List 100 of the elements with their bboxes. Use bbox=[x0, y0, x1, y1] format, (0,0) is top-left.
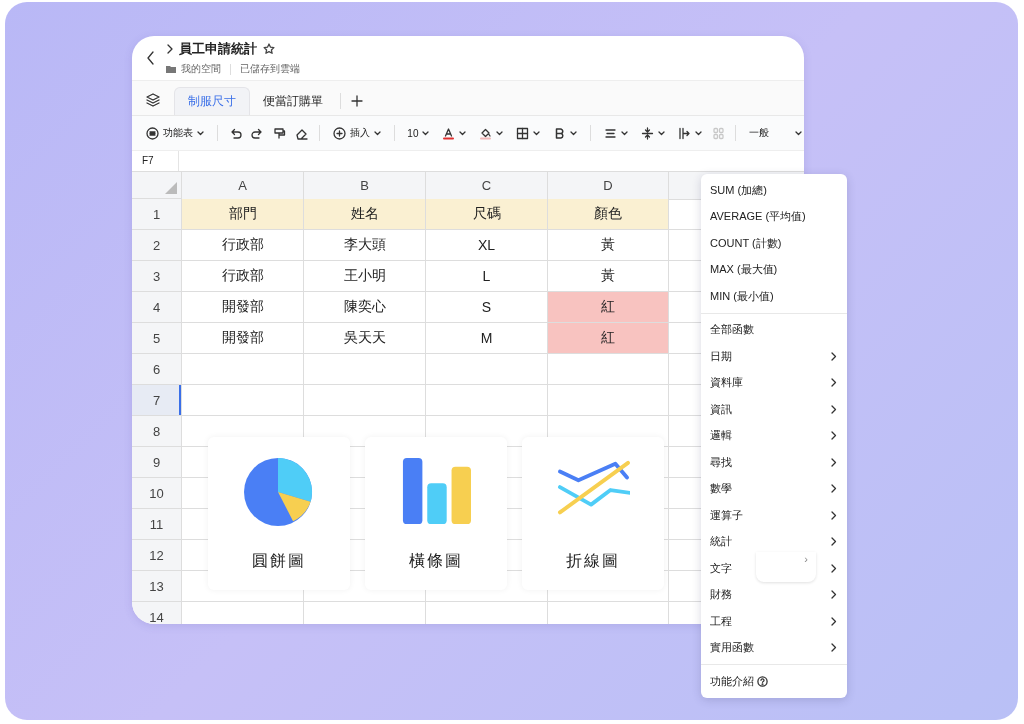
table-cell: 黃 bbox=[548, 230, 669, 261]
table-cell: 行政部 bbox=[182, 261, 304, 292]
menu-item[interactable]: 邏輯 bbox=[710, 428, 732, 444]
table-cell: 開發部 bbox=[182, 323, 304, 354]
column-header[interactable]: B bbox=[304, 172, 426, 200]
line-chart-icon bbox=[558, 460, 630, 515]
menu-item[interactable]: 尋找 bbox=[710, 454, 732, 470]
caret-icon[interactable] bbox=[197, 130, 204, 136]
table-cell: 紅 bbox=[548, 292, 669, 323]
menu-item[interactable]: 數學 bbox=[710, 481, 732, 497]
caret-icon[interactable] bbox=[373, 130, 381, 136]
row-header[interactable]: 8 bbox=[132, 416, 182, 447]
row-header[interactable]: 6 bbox=[132, 354, 182, 385]
menu-item[interactable]: 實用函數 bbox=[710, 640, 754, 656]
vertical-align-icon bbox=[641, 126, 655, 140]
empty-cell[interactable] bbox=[426, 385, 548, 416]
menu-item[interactable]: 財務 bbox=[710, 587, 732, 603]
star-icon[interactable] bbox=[263, 43, 275, 55]
number-format-dropdown[interactable]: 一般 bbox=[747, 122, 804, 144]
column-header[interactable]: A bbox=[182, 172, 304, 200]
document-title: 員工申請統計 bbox=[179, 40, 257, 58]
row-header[interactable]: 3 bbox=[132, 261, 182, 292]
empty-cell[interactable] bbox=[548, 354, 669, 385]
row-header[interactable]: 14 bbox=[132, 602, 182, 624]
text-color-icon bbox=[442, 126, 456, 140]
sheet-tab[interactable]: 便當訂購單 bbox=[250, 87, 336, 115]
row-header[interactable]: 13 bbox=[132, 571, 182, 602]
empty-cell[interactable] bbox=[304, 354, 426, 385]
table-cell: 部門 bbox=[182, 199, 304, 230]
row-header[interactable]: 11 bbox=[132, 509, 182, 540]
chart-option-label: 圓餅圖 bbox=[252, 551, 306, 572]
caret-icon[interactable] bbox=[459, 130, 467, 136]
menu-item[interactable]: 全部函數 bbox=[710, 322, 754, 338]
redo-icon[interactable] bbox=[250, 126, 264, 140]
chevron-icon bbox=[166, 44, 173, 54]
caret-icon[interactable] bbox=[621, 130, 629, 136]
list-icon bbox=[146, 126, 159, 140]
menu-item[interactable]: 功能介紹 bbox=[710, 673, 754, 689]
row-header[interactable]: 1 bbox=[132, 199, 182, 230]
caret-icon[interactable] bbox=[795, 130, 803, 136]
table-cell: 行政部 bbox=[182, 230, 304, 261]
row-header[interactable]: 10 bbox=[132, 478, 182, 509]
table-cell: 王小明 bbox=[304, 261, 426, 292]
menu-item[interactable]: MAX (最大值) bbox=[710, 262, 778, 278]
paint-bucket-icon bbox=[479, 126, 493, 140]
table-cell: 姓名 bbox=[304, 199, 426, 230]
menu-item[interactable]: 工程 bbox=[710, 613, 732, 629]
format-painter-icon[interactable] bbox=[272, 126, 286, 140]
menu-item[interactable]: 日期 bbox=[710, 348, 732, 364]
menu-item[interactable]: 資料庫 bbox=[710, 375, 743, 391]
row-header[interactable]: 4 bbox=[132, 292, 182, 323]
menu-item[interactable]: 文字 bbox=[710, 560, 732, 576]
caret-icon[interactable] bbox=[496, 130, 504, 136]
row-header[interactable]: 12 bbox=[132, 540, 182, 571]
insert-button[interactable]: 插入 bbox=[330, 122, 383, 144]
pie-chart-icon bbox=[244, 457, 313, 527]
caret-icon[interactable] bbox=[570, 130, 578, 136]
menu-item[interactable]: MIN (最小值) bbox=[710, 288, 774, 304]
row-header[interactable]: 5 bbox=[132, 323, 182, 354]
menu-item[interactable]: 統計 bbox=[710, 534, 732, 550]
caret-icon[interactable] bbox=[695, 130, 703, 136]
menu-item[interactable]: AVERAGE (平均值) bbox=[710, 209, 806, 225]
row-header[interactable]: 7 bbox=[132, 385, 182, 416]
menu-item[interactable]: 運算子 bbox=[710, 507, 743, 523]
menu-item[interactable]: COUNT (計數) bbox=[710, 235, 782, 251]
chart-picker-menu[interactable]: 折線圖 bbox=[522, 437, 664, 590]
function-menu-button[interactable]: 功能表 bbox=[144, 122, 206, 144]
save-status: 已儲存到雲端 bbox=[240, 62, 300, 76]
borders-icon bbox=[516, 126, 530, 140]
chart-option-label: 橫條圖 bbox=[409, 551, 463, 572]
layers-icon[interactable] bbox=[146, 93, 160, 107]
table-cell: 吳天天 bbox=[304, 323, 426, 354]
row-header[interactable]: 9 bbox=[132, 447, 182, 478]
empty-cell[interactable] bbox=[304, 385, 426, 416]
row-header[interactable]: 2 bbox=[132, 230, 182, 261]
caret-icon[interactable] bbox=[533, 130, 541, 136]
submenu-fragment: › bbox=[756, 552, 816, 582]
sheet-tab[interactable]: 制服尺寸 bbox=[174, 87, 250, 115]
folder-icon bbox=[166, 65, 176, 73]
table-cell: 尺碼 bbox=[426, 199, 548, 230]
menu-item[interactable]: 資訊 bbox=[710, 401, 732, 417]
back-icon[interactable] bbox=[146, 50, 156, 66]
column-header[interactable]: C bbox=[426, 172, 548, 200]
plus-circle-icon bbox=[332, 126, 346, 140]
bar-chart-icon bbox=[402, 457, 471, 525]
caret-icon[interactable] bbox=[658, 130, 666, 136]
chart-picker-menu[interactable]: 橫條圖 bbox=[365, 437, 507, 590]
align-icon bbox=[604, 126, 618, 140]
chart-picker-menu[interactable]: 圓餅圖 bbox=[208, 437, 350, 590]
menu-item[interactable]: SUM (加總) bbox=[710, 182, 767, 198]
empty-cell[interactable] bbox=[548, 385, 669, 416]
empty-cell[interactable] bbox=[426, 354, 548, 385]
chart-option-label: 折線圖 bbox=[566, 551, 620, 572]
font-size-dropdown[interactable]: 10 bbox=[405, 122, 432, 144]
folder-link[interactable]: 我的空間 bbox=[181, 62, 221, 76]
column-header[interactable]: D bbox=[548, 172, 669, 200]
caret-icon[interactable] bbox=[422, 130, 430, 136]
table-cell: 顏色 bbox=[548, 199, 669, 230]
table-cell: 開發部 bbox=[182, 292, 304, 323]
add-icon[interactable] bbox=[351, 95, 363, 107]
